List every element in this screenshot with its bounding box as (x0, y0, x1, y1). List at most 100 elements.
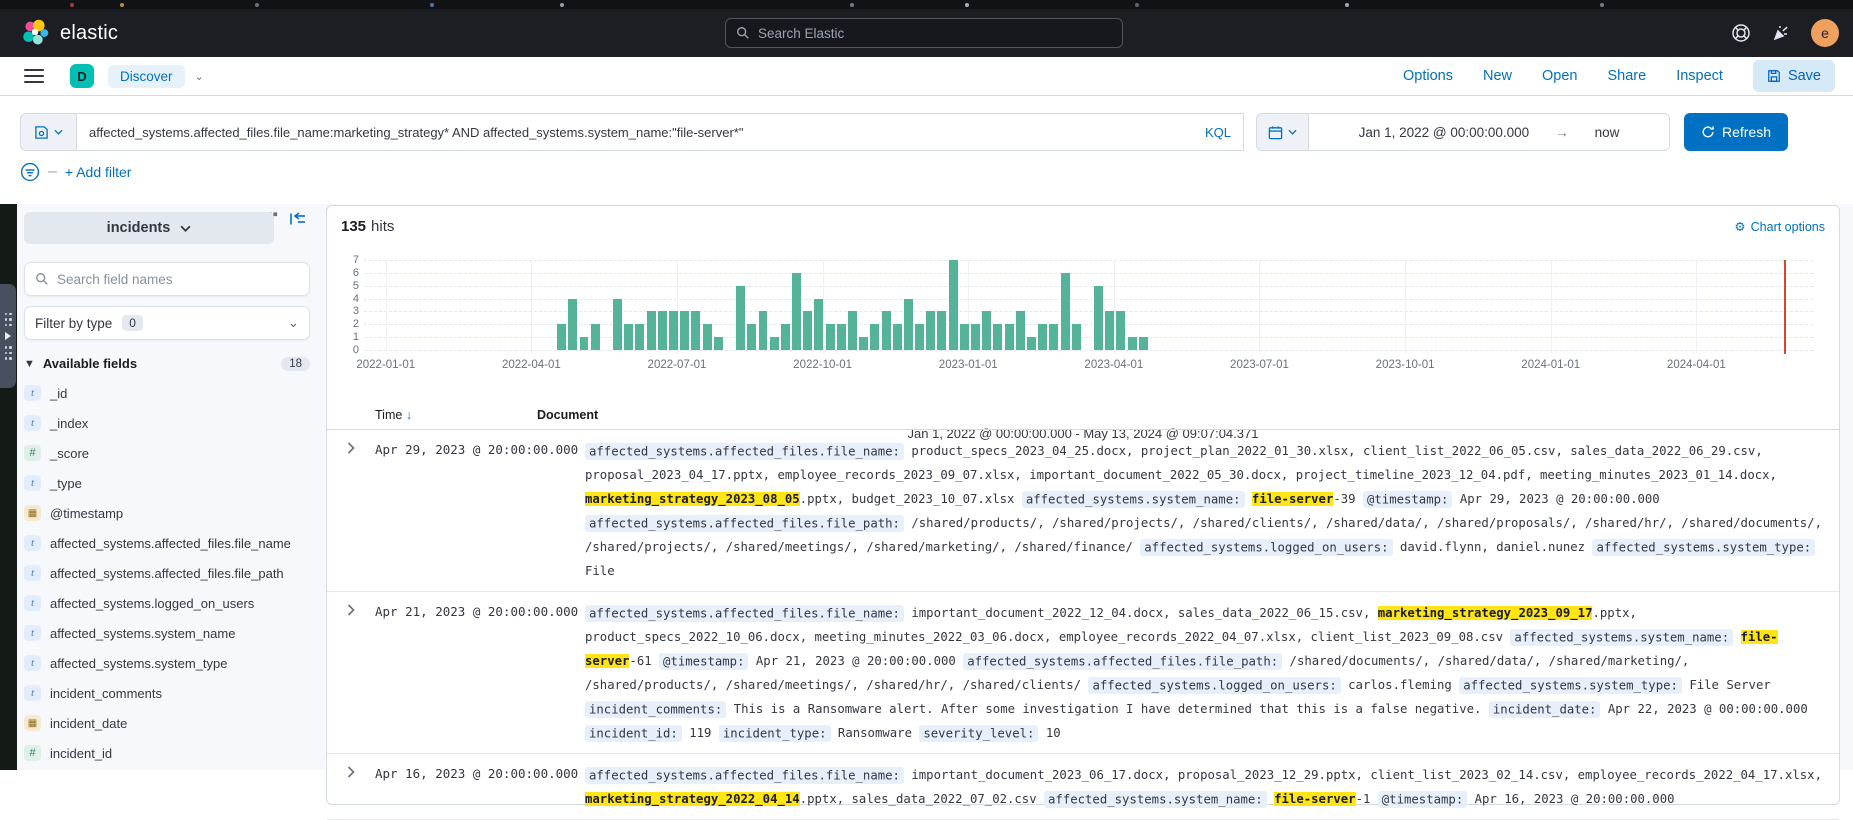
field-search[interactable]: Search field names (24, 262, 310, 296)
histogram-bar[interactable] (1005, 324, 1014, 350)
histogram-bar[interactable] (826, 324, 835, 350)
time-column-header[interactable]: Time ↓ (327, 408, 537, 422)
new-link[interactable]: New (1483, 68, 1512, 84)
filter-by-type[interactable]: Filter by type 0 ⌄ (24, 306, 310, 340)
histogram-bar[interactable] (937, 311, 946, 350)
field-item[interactable]: taffected_systems.system_type (24, 655, 314, 672)
expand-row-icon[interactable] (346, 442, 356, 454)
breadcrumb-caret-icon[interactable]: ⌄ (195, 70, 204, 83)
histogram-bar[interactable] (882, 311, 891, 350)
histogram-bar[interactable] (1027, 337, 1036, 350)
histogram-bar[interactable] (1116, 311, 1125, 350)
breadcrumb[interactable]: Discover (108, 65, 185, 88)
field-item[interactable]: tincident_comments (24, 685, 314, 702)
date-quick-menu[interactable] (1257, 114, 1309, 150)
histogram-bar[interactable] (613, 299, 622, 350)
histogram-bar[interactable] (680, 311, 689, 350)
histogram-bar[interactable] (703, 324, 712, 350)
field-item[interactable]: t_id (24, 385, 314, 402)
field-item[interactable]: taffected_systems.system_name (24, 625, 314, 642)
query-language-badge[interactable]: KQL (1195, 125, 1231, 140)
expand-row-icon[interactable] (346, 766, 356, 778)
histogram-bar[interactable] (568, 299, 577, 350)
space-badge[interactable]: D (70, 64, 94, 88)
date-from[interactable]: Jan 1, 2022 @ 00:00:00.000 (1359, 125, 1530, 140)
histogram-bar[interactable] (770, 337, 779, 350)
histogram-bar[interactable] (747, 324, 756, 350)
histogram-bar[interactable] (691, 311, 700, 350)
histogram-bar[interactable] (557, 324, 566, 350)
histogram-bar[interactable] (814, 299, 823, 350)
histogram-bar[interactable] (904, 299, 913, 350)
histogram-bar[interactable] (647, 311, 656, 350)
field-item[interactable]: ▦incident_date (24, 715, 314, 732)
refresh-button[interactable]: Refresh (1684, 113, 1788, 151)
histogram-bar[interactable] (580, 337, 589, 350)
field-item[interactable]: t_type (24, 475, 314, 492)
histogram-bar[interactable] (1105, 311, 1114, 350)
histogram-bar[interactable] (624, 324, 633, 350)
field-item[interactable]: #_score (24, 445, 314, 462)
sort-descending-icon[interactable]: ↓ (406, 408, 412, 422)
histogram-bar[interactable] (949, 260, 958, 350)
field-item[interactable]: taffected_systems.logged_on_users (24, 595, 314, 612)
query-input[interactable]: affected_systems.affected_files.file_nam… (76, 113, 1244, 151)
histogram-bar[interactable] (915, 324, 924, 350)
inspect-link[interactable]: Inspect (1676, 68, 1723, 84)
global-search[interactable] (725, 18, 1123, 48)
help-icon[interactable] (1731, 23, 1751, 43)
user-avatar[interactable]: e (1811, 19, 1839, 47)
field-item[interactable]: taffected_systems.affected_files.file_pa… (24, 565, 314, 582)
save-button[interactable]: Save (1753, 60, 1835, 92)
histogram-bar[interactable] (1038, 324, 1047, 350)
histogram-bar[interactable] (870, 324, 879, 350)
histogram-bar[interactable] (848, 311, 857, 350)
expand-row-icon[interactable] (346, 604, 356, 616)
options-link[interactable]: Options (1403, 68, 1453, 84)
histogram-bar[interactable] (1094, 286, 1103, 350)
histogram-bar[interactable] (635, 324, 644, 350)
row-document[interactable]: affected_systems.affected_files.file_nam… (585, 439, 1839, 583)
field-item[interactable]: #incident_id (24, 745, 314, 762)
histogram-bar[interactable] (1061, 273, 1070, 350)
available-fields-header[interactable]: ▼ Available fields 18 (24, 356, 314, 371)
chart-options-button[interactable]: ⚙ Chart options (1734, 219, 1825, 234)
histogram-bar[interactable] (792, 273, 801, 350)
date-to[interactable]: now (1595, 125, 1620, 140)
field-item[interactable]: ▦@timestamp (24, 505, 314, 522)
histogram-bar[interactable] (837, 324, 846, 350)
histogram-bar[interactable] (1049, 324, 1058, 350)
histogram-bar[interactable] (1139, 337, 1148, 350)
histogram-plot[interactable]: 012345672022-01-012022-04-012022-07-0120… (364, 260, 1813, 354)
histogram-bar[interactable] (960, 324, 969, 350)
data-view-selector[interactable]: incidents (24, 212, 274, 244)
open-link[interactable]: Open (1542, 68, 1577, 84)
histogram-bar[interactable] (859, 337, 868, 350)
news-icon[interactable] (1771, 23, 1791, 43)
add-filter-button[interactable]: + Add filter (65, 164, 132, 180)
elastic-logo-icon[interactable] (20, 18, 50, 48)
field-item[interactable]: t_index (24, 415, 314, 432)
row-document[interactable]: affected_systems.affected_files.file_nam… (585, 601, 1839, 745)
histogram-bar[interactable] (1128, 337, 1137, 350)
histogram-bar[interactable] (759, 311, 768, 350)
histogram-bar[interactable] (926, 311, 935, 350)
histogram-bar[interactable] (658, 311, 667, 350)
histogram-bar[interactable] (714, 337, 723, 350)
histogram-bar[interactable] (781, 324, 790, 350)
histogram-bar[interactable] (971, 324, 980, 350)
histogram-bar[interactable] (803, 311, 812, 350)
histogram-bar[interactable] (982, 311, 991, 350)
row-document[interactable]: affected_systems.affected_files.file_nam… (585, 763, 1839, 811)
histogram-bar[interactable] (893, 324, 902, 350)
histogram-bar[interactable] (591, 324, 600, 350)
histogram-bar[interactable] (736, 286, 745, 350)
histogram-bar[interactable] (669, 311, 678, 350)
field-item[interactable]: taffected_systems.affected_files.file_na… (24, 535, 314, 552)
histogram-bar[interactable] (1016, 311, 1025, 350)
edge-panel-tab[interactable] (0, 284, 16, 388)
menu-icon[interactable] (24, 69, 44, 83)
histogram-bar[interactable] (1072, 324, 1081, 350)
global-search-input[interactable] (758, 26, 1078, 41)
histogram-bar[interactable] (993, 324, 1002, 350)
